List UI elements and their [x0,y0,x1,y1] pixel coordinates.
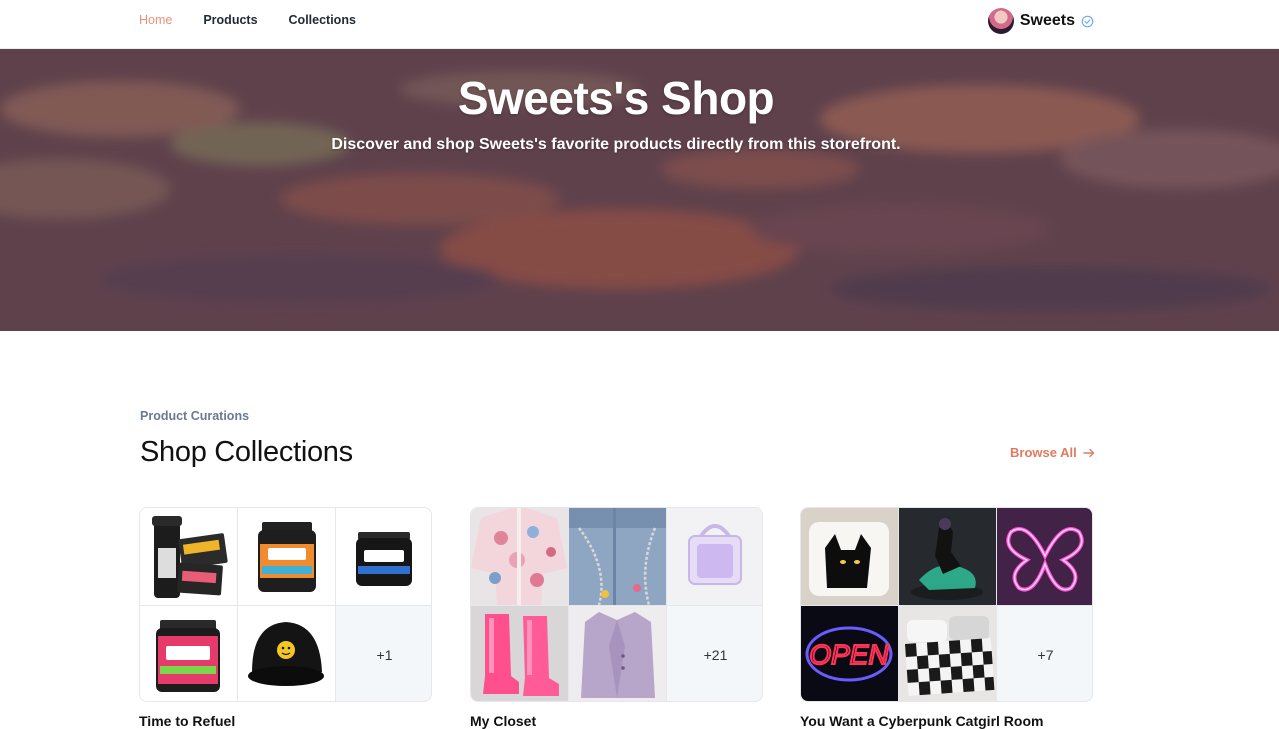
nav-collections[interactable]: Collections [289,13,356,27]
collection-name: Time to Refuel [139,713,236,729]
more-count: +7 [997,606,1092,701]
dubby-tub-thumbnail [238,508,335,605]
more-count: +21 [667,606,762,701]
nav-links: Home Products Collections [139,13,356,27]
page-title: Sweets's Shop [457,72,775,124]
shaker-thumbnail [140,508,237,605]
collection-name: You Want a Cyberpunk Catgirl Room [800,713,1044,729]
nav-home[interactable]: Home [139,13,172,27]
collection-thumbnails: +1 [139,507,432,702]
cap-thumbnail [238,606,335,701]
check-circle-icon [1081,15,1094,27]
brand-name: Sweets [1019,12,1075,29]
browse-all-link[interactable]: Browse All [1010,445,1095,460]
nav-products[interactable]: Products [203,13,257,27]
collection-thumbnails: +21 [470,507,763,702]
jeans-chain-thumbnail [569,508,666,605]
browse-all-label: Browse All [1010,445,1077,460]
collection-card[interactable]: +21 My Closet [470,507,763,729]
coat-thumbnail [569,606,666,701]
hero-subtitle: Discover and shop Sweets's favorite prod… [331,136,901,153]
brand[interactable]: Sweets [987,8,1094,34]
checker-bedding-thumbnail [899,606,996,701]
section-eyebrow: Product Curations [140,409,250,423]
top-nav: Home Products Collections Sweets [0,0,1279,49]
hero-banner: Sweets's Shop Discover and shop Sweets's… [0,49,1279,331]
svg-text:OPEN: OPEN [809,639,889,670]
collection-card[interactable]: +1 Time to Refuel [139,507,432,729]
dubby-tub-thumbnail [140,606,237,701]
dubby-tub-thumbnail [336,508,431,605]
cat-pillow-thumbnail [801,508,898,605]
neon-butterfly-thumbnail [997,508,1092,605]
pink-boots-thumbnail [471,606,568,701]
collection-name: My Closet [470,713,537,729]
section-title: Shop Collections [140,436,353,468]
collection-card[interactable]: OPEN +7 You Want a Cyberpunk Catgirl Roo… [800,507,1093,729]
more-count: +1 [336,606,431,701]
neon-open-sign-thumbnail: OPEN [801,606,898,701]
kimono-thumbnail [471,508,568,605]
collection-thumbnails: OPEN +7 [800,507,1093,702]
avatar [987,8,1014,34]
purple-bag-thumbnail [667,508,762,605]
figure-statue-thumbnail [899,508,996,605]
arrow-right-icon [1083,448,1094,457]
